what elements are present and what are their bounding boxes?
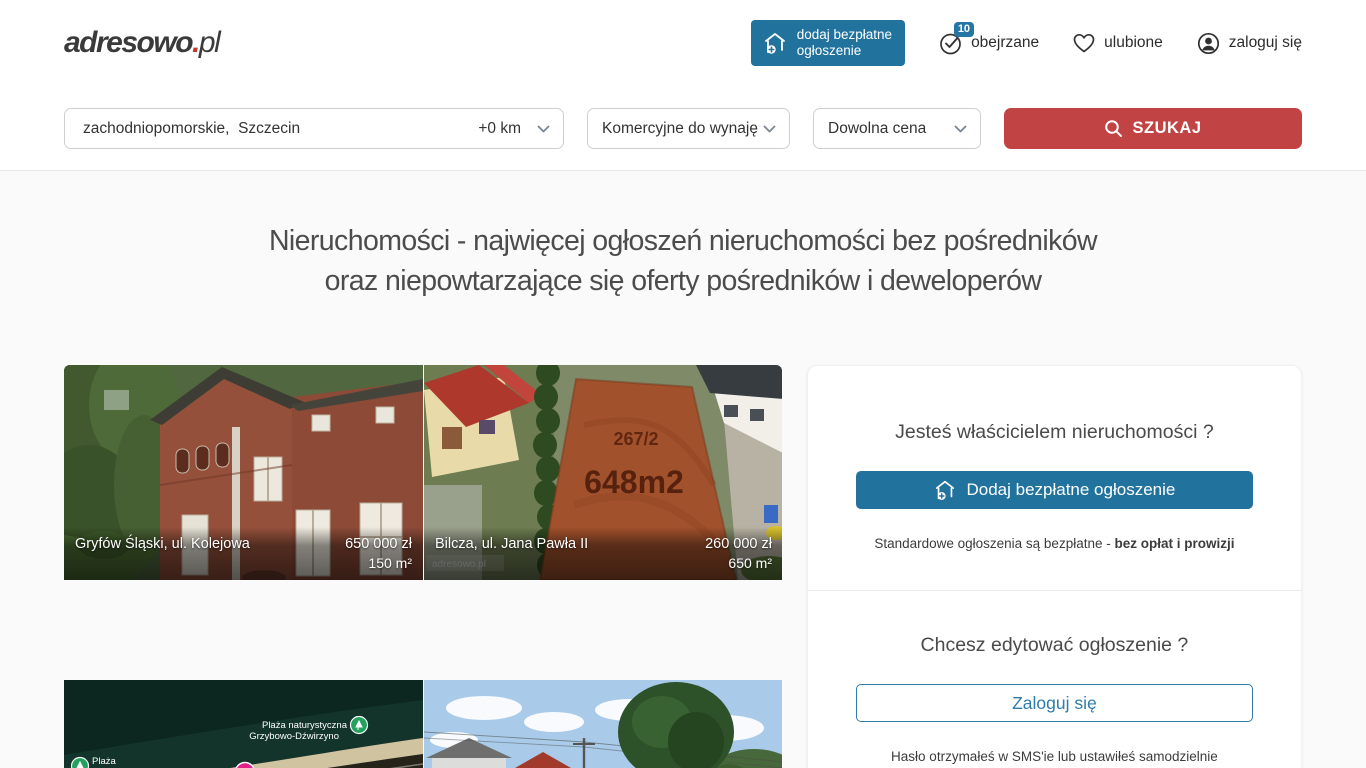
page-title-line2: oraz niepowtarzające się oferty pośredni… [64,261,1302,301]
logo-tld: pl [199,26,219,59]
search-button-label: SZUKAJ [1132,119,1201,138]
listings-grid: Gryfów Śląski, ul. Kolejowa 650 000 zł 1… [64,365,782,768]
favorites-label: ulubione [1104,34,1163,52]
main-content: Nieruchomości - najwięcej ogłoszeń nieru… [0,171,1366,768]
listing-tile-2[interactable]: 267/2 648m2 adresowo.pl [424,365,782,580]
favorites-nav-item[interactable]: ulubione [1072,32,1163,54]
edit-section-title: Chcesz edytować ogłoszenie ? [856,634,1253,657]
page-title: Nieruchomości - najwięcej ogłoszeń nieru… [64,171,1302,301]
listing-tile-3[interactable]: Wyzwolenia Wyzwolenia Plaża naturystyczn… [64,680,423,768]
add-listing-button[interactable]: dodaj bezpłatne ogłoszenie [751,20,905,66]
listing-tile-1[interactable]: Gryfów Śląski, ul. Kolejowa 650 000 zł 1… [64,365,423,580]
listing-caption: Bilcza, ul. Jana Pawła II 260 000 zł 650… [424,527,782,580]
chevron-down-icon[interactable] [537,125,550,133]
logo-dot: . [192,26,199,59]
chevron-down-icon [954,125,967,133]
logo[interactable]: adresowo.pl [64,26,219,60]
owner-note-bold: bez opłat i prowizji [1114,536,1234,551]
sidebar-login-label: Zaloguj się [1012,693,1097,714]
content-row: Gryfów Śląski, ul. Kolejowa 650 000 zł 1… [64,365,1302,768]
listing-area: 150 m² [75,555,412,572]
map-beach1-label-line1: Plaża naturystyczna [262,720,348,731]
user-circle-icon [1196,31,1221,56]
listing-photo-satellite-map: Wyzwolenia Wyzwolenia Plaża naturystyczn… [64,680,423,768]
house-plus-icon [762,30,788,56]
check-circle-icon: 10 [938,31,963,56]
plot-size-label: 648m2 [584,464,684,500]
sidebar-add-listing-button[interactable]: Dodaj bezpłatne ogłoszenie [856,471,1253,509]
listing-price: 650 000 zł [345,536,412,552]
map-beach1-label-line2: Grzybowo-Dźwirzyno [249,731,339,742]
owner-note-regular: Standardowe ogłoszenia są bezpłatne - [874,536,1114,551]
listing-price: 260 000 zł [705,536,772,552]
owner-sidebar-card: Jesteś właścicielem nieruchomości ? [807,365,1302,768]
sidebar-login-button[interactable]: Zaloguj się [856,684,1253,722]
location-input[interactable] [65,109,495,148]
owner-note: Standardowe ogłoszenia są bezpłatne - be… [856,536,1253,551]
edit-section: Chcesz edytować ogłoszenie ? Zaloguj się… [808,591,1301,768]
map-beach2-label-line1: Plaża [92,756,116,767]
owner-section-title: Jesteś właścicielem nieruchomości ? [856,421,1253,444]
page: adresowo.pl dodaj bezpłatne ogłoszenie [0,0,1366,768]
location-field: +0 km [64,108,564,149]
viewed-count-badge: 10 [954,22,974,37]
listing-area: 650 m² [435,555,772,572]
plot-parcel-label: 267/2 [613,429,658,449]
magnifier-icon [1104,119,1123,138]
login-nav-item[interactable]: zaloguj się [1196,31,1302,56]
heart-icon [1072,32,1096,54]
login-label: zaloguj się [1229,34,1302,52]
add-listing-label: dodaj bezpłatne ogłoszenie [797,27,892,59]
chevron-down-icon [763,125,776,133]
price-select[interactable]: Dowolna cena [813,108,981,149]
listing-tile-4[interactable]: Grojec, ul. Regienna 801 000 zł [424,680,782,768]
page-title-line1: Nieruchomości - najwięcej ogłoszeń nieru… [64,221,1302,261]
listing-location: Bilcza, ul. Jana Pawła II [435,536,588,552]
viewed-label: obejrzane [971,34,1039,52]
property-type-value: Komercyjne do wynajęcia [588,120,758,138]
listing-location: Gryfów Śląski, ul. Kolejowa [75,536,250,552]
search-bar: +0 km Komercyjne do wynajęcia Dowolna ce… [0,86,1366,171]
owner-section: Jesteś właścicielem nieruchomości ? [808,366,1301,590]
edit-note: Hasło otrzymałeś w SMS'ie lub ustawiłeś … [856,749,1253,764]
logo-name: adresowo [64,26,192,59]
house-plus-icon [933,478,957,502]
sidebar-add-listing-label: Dodaj bezpłatne ogłoszenie [966,480,1175,500]
radius-value[interactable]: +0 km [478,120,521,138]
listing-caption: Gryfów Śląski, ul. Kolejowa 650 000 zł 1… [64,527,423,580]
property-type-select[interactable]: Komercyjne do wynajęcia [587,108,790,149]
header: adresowo.pl dodaj bezpłatne ogłoszenie [0,0,1366,86]
header-nav: dodaj bezpłatne ogłoszenie 10 obejrzane [751,20,1302,66]
price-value: Dowolna cena [814,120,926,138]
viewed-nav-item[interactable]: 10 obejrzane [938,31,1039,56]
search-button[interactable]: SZUKAJ [1004,108,1302,149]
listing-photo-meadow [424,680,782,768]
